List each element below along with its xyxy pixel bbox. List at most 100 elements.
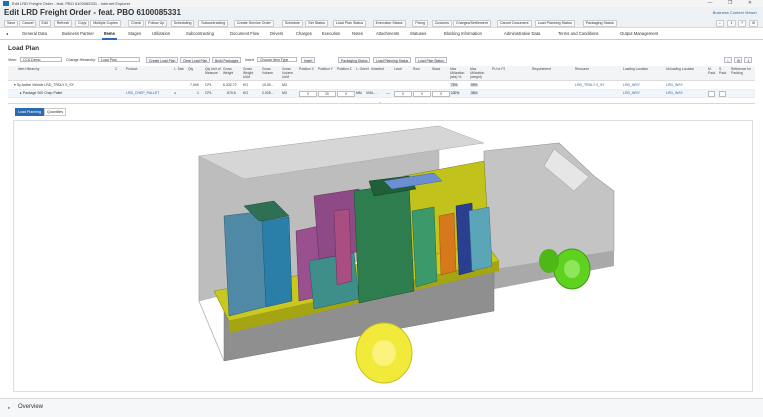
row-hierarchy[interactable]: ▸ Package 000 Chep Pallet xyxy=(20,91,62,95)
tab-general-data[interactable]: General Data xyxy=(22,31,47,36)
window-controls[interactable]: — ❐ ✕ xyxy=(708,0,759,6)
row-product[interactable]: LRD_CHEP_PALLET xyxy=(126,91,159,95)
toolbar-button-save[interactable]: Save xyxy=(4,20,19,27)
tab-administrative-data[interactable]: Administrative Data xyxy=(504,31,540,36)
column-header[interactable]: Position X xyxy=(299,67,314,72)
stack-input[interactable]: 0 xyxy=(432,91,450,97)
load-plan-status-button[interactable]: Load Plan Status xyxy=(415,57,447,63)
tab-overflow-icon[interactable]: ◂ xyxy=(6,31,8,36)
search-icon[interactable]: ⌕ xyxy=(724,57,732,63)
column-header[interactable]: Gross Volume xyxy=(262,67,281,76)
subtab-quantities[interactable]: Quantities xyxy=(44,108,67,116)
column-header[interactable]: L. Stat xyxy=(174,67,184,72)
search-icon[interactable]: ⌕ xyxy=(716,20,725,27)
settings-icon[interactable]: ⚙ xyxy=(734,57,742,63)
export-icon[interactable]: ⇩ xyxy=(744,57,752,63)
position-z-input[interactable]: 0 xyxy=(337,91,355,97)
column-header[interactable]: Requirement xyxy=(532,67,551,72)
s-pack-checkbox[interactable] xyxy=(719,91,726,97)
collapse-handle-icon[interactable]: ⌃ xyxy=(378,101,381,106)
tab-output-management[interactable]: Output Management xyxy=(620,31,658,36)
load-plan-3d-viewer[interactable] xyxy=(13,120,753,392)
business-context-viewer-link[interactable]: Business Context Viewer xyxy=(713,10,757,15)
toolbar-button-cancel-document[interactable]: Cancel Document xyxy=(496,20,532,27)
column-header[interactable]: Max Utilization (weight) xyxy=(470,67,491,79)
overview-section[interactable]: ▸ Overview xyxy=(0,398,763,417)
toolbar-button-follow-up[interactable]: Follow Up xyxy=(145,20,168,27)
tab-business-partner[interactable]: Business Partner xyxy=(62,31,94,36)
position-y-input[interactable]: 20 xyxy=(318,91,336,97)
toolbar-button-cancel[interactable]: Cancel xyxy=(19,20,37,27)
truck-3d-scene[interactable] xyxy=(14,121,752,391)
subtab-load-planning[interactable]: Load Planning xyxy=(15,108,44,116)
column-header[interactable]: Product xyxy=(126,67,137,72)
toolbar-button-execution-status[interactable]: Execution Status xyxy=(372,20,406,27)
toolbar-button-create-service-order[interactable]: Create Service Order xyxy=(233,20,274,27)
tab-terms-and-conditions[interactable]: Terms and Conditions xyxy=(558,31,599,36)
toolbar-button-packaging-status[interactable]: Packaging Status xyxy=(582,20,617,27)
row-unloading[interactable]: LRD_WSY xyxy=(666,91,683,95)
column-header[interactable]: Position Z xyxy=(337,67,352,72)
toolbar-button-customs[interactable]: Customs xyxy=(431,20,452,27)
column-header[interactable]: Gross Weight UoM xyxy=(243,67,261,79)
tab-subcontracting[interactable]: Subcontracting xyxy=(186,31,214,36)
column-header[interactable]: Max Utilization (abs) % xyxy=(450,67,469,79)
m-pack-checkbox[interactable] xyxy=(708,91,715,97)
toolbar-button-subcontracting[interactable]: Subcontracting xyxy=(198,20,229,27)
column-header[interactable]: Level xyxy=(394,67,402,72)
row-hierarchy[interactable]: ▾ Sy Active Vehicle LRD_TRDLY 0_SY xyxy=(14,83,74,87)
column-header[interactable]: Qty Unit of Measure xyxy=(205,67,222,76)
column-header[interactable]: Row xyxy=(413,67,420,72)
column-header[interactable]: Stack xyxy=(432,67,440,72)
tab-utilization[interactable]: Utilization xyxy=(152,31,170,36)
column-header[interactable]: L. Orient xyxy=(356,67,369,72)
toolbar-button-load-planning-status[interactable]: Load Planning Status xyxy=(534,20,575,27)
column-header[interactable]: M. Pack xyxy=(708,67,718,76)
tab-blocking-information[interactable]: Blocking Information xyxy=(444,31,482,36)
table-row[interactable]: ▾ Sy Active Vehicle LRD_TRDLY 0_SY 7,009… xyxy=(8,82,755,90)
column-header[interactable]: Inherited xyxy=(371,67,384,72)
toolbar-button-schedule[interactable]: Schedule xyxy=(281,20,303,27)
tab-document-flow[interactable]: Document Flow xyxy=(230,31,259,36)
clear-load-plan-button[interactable]: Clear Load Plan xyxy=(180,57,211,63)
tab-execution[interactable]: Execution xyxy=(322,31,340,36)
row-loading[interactable]: LRD_WSY xyxy=(623,83,640,87)
row-resource[interactable]: LRD_TRDLY 0_SY xyxy=(575,83,605,87)
column-header[interactable]: S. Pack xyxy=(719,67,730,76)
build-packages-button[interactable]: Build Packages xyxy=(212,57,242,63)
view-select[interactable]: CCA Demo xyxy=(20,57,62,62)
toolbar-button-edit[interactable]: Edit xyxy=(38,20,51,27)
toolbar-button-fixing[interactable]: Fixing xyxy=(412,20,428,27)
toolbar-button-refresh[interactable]: Refresh xyxy=(53,20,73,27)
load-planning-status-button[interactable]: Load Planning Status xyxy=(373,57,412,63)
toolbar-button-scheduling[interactable]: Scheduling xyxy=(170,20,195,27)
toolbar-button-charges-settlement[interactable]: Charges/Settlement xyxy=(453,20,491,27)
tab-notes[interactable]: Notes xyxy=(352,31,363,36)
level-input[interactable]: 0 xyxy=(394,91,412,97)
help-icon[interactable]: ? xyxy=(738,20,746,27)
toolbar-button-set-status[interactable]: Set Status xyxy=(305,20,328,27)
column-header[interactable]: Position Y xyxy=(318,67,333,72)
column-header[interactable]: Reference for Packing xyxy=(731,67,754,76)
change-hierarchy-select[interactable]: Load Plan xyxy=(98,57,140,62)
item-type-select[interactable]: Choose Item Type xyxy=(257,57,297,62)
tab-attachments[interactable]: Attachments xyxy=(376,31,399,36)
toolbar-button-load-plan-status[interactable]: Load Plan Status xyxy=(332,20,367,27)
column-header[interactable]: Qty xyxy=(188,67,193,72)
tab-stages[interactable]: Stages xyxy=(128,31,141,36)
row-loading[interactable]: LRD_WSY xyxy=(623,91,640,95)
column-header[interactable]: Gross Volume UoM xyxy=(282,67,298,79)
column-header[interactable]: Gross Weight xyxy=(223,67,242,76)
column-header[interactable]: Resource xyxy=(575,67,589,72)
column-header[interactable]: Item Hierarchy xyxy=(18,67,39,72)
settings-icon[interactable]: ⚙ xyxy=(749,20,759,27)
column-header[interactable]: Unloading Location xyxy=(666,67,694,72)
create-load-plan-button[interactable]: Create Load Plan xyxy=(146,57,179,63)
tab-charges[interactable]: Charges xyxy=(296,31,312,36)
row-input[interactable]: 0 xyxy=(413,91,431,97)
toolbar-button-copy[interactable]: Copy xyxy=(75,20,90,27)
table-row[interactable]: ▸ Package 000 Chep Pallet LRD_CHEP_PALLE… xyxy=(8,90,755,98)
share-icon[interactable]: ⇪ xyxy=(727,20,737,27)
column-header[interactable]: C xyxy=(115,67,117,72)
column-header[interactable]: Loading Location xyxy=(623,67,648,72)
